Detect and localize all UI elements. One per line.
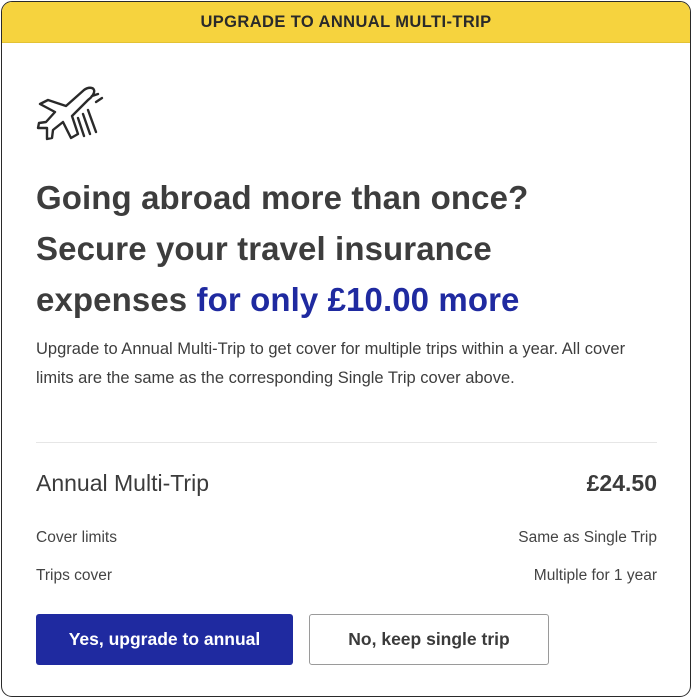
keep-single-trip-button[interactable]: No, keep single trip: [309, 614, 549, 665]
detail-row-trips-cover: Trips cover Multiple for 1 year: [36, 567, 657, 585]
product-name: Annual Multi-Trip: [36, 470, 209, 496]
headline-line-1: Going abroad more than once?: [36, 179, 529, 216]
divider: [36, 442, 657, 443]
detail-label: Trips cover: [36, 567, 113, 584]
upgrade-banner: UPGRADE TO ANNUAL MULTI-TRIP: [2, 2, 690, 43]
headline-line-3: expenses for only £10.00 more: [36, 274, 676, 325]
detail-value: Multiple for 1 year: [533, 567, 657, 584]
headline-line-3-plain: expenses: [36, 281, 197, 318]
upgrade-card: UPGRADE TO ANNUAL MULTI-TRIP Going abroa…: [1, 1, 691, 697]
product-row: Annual Multi-Trip £24.50: [36, 470, 657, 497]
detail-value: Same as Single Trip: [518, 529, 657, 546]
detail-label: Cover limits: [36, 529, 117, 546]
upgrade-description: Upgrade to Annual Multi-Trip to get cove…: [36, 340, 626, 387]
airplane-icon: [36, 86, 104, 141]
product-price: £24.50: [586, 470, 657, 496]
headline-line-2: Secure your travel insurance: [36, 230, 492, 267]
banner-text: UPGRADE TO ANNUAL MULTI-TRIP: [200, 12, 492, 31]
headline-price-highlight: for only £10.00 more: [196, 281, 520, 318]
upgrade-to-annual-button[interactable]: Yes, upgrade to annual: [36, 614, 293, 665]
headline: Going abroad more than once? Secure your…: [36, 172, 676, 325]
detail-row-cover-limits: Cover limits Same as Single Trip: [36, 529, 657, 547]
